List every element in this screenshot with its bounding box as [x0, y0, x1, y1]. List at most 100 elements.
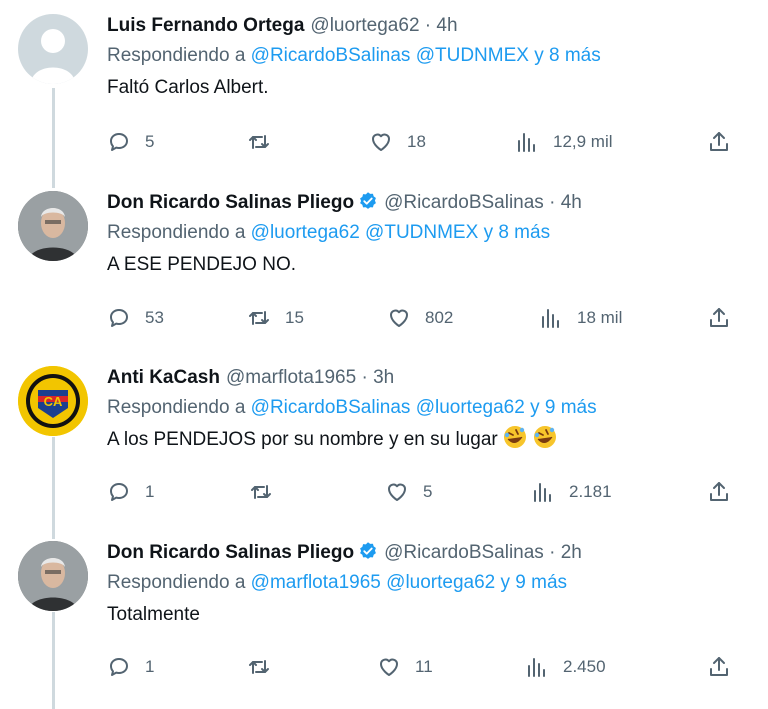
tweet-timestamp[interactable]: 4h: [436, 15, 457, 36]
tweet-text: Totalmente: [107, 604, 200, 625]
share-button[interactable]: [707, 477, 731, 507]
reply-button[interactable]: 1: [107, 652, 154, 682]
mention-link[interactable]: @luortega62: [251, 222, 360, 243]
share-icon: [707, 306, 731, 330]
user-handle[interactable]: @marflota1965: [226, 367, 356, 388]
like-button[interactable]: 5: [385, 477, 432, 507]
profile-avatar[interactable]: [18, 191, 88, 261]
heart-icon: [385, 480, 409, 504]
tweet-header: Don Ricardo Salinas Pliego @RicardoBSalin…: [107, 189, 748, 217]
display-name[interactable]: Don Ricardo Salinas Pliego: [107, 192, 354, 213]
tweet-text: A los PENDEJOS por su nombre y en su lug…: [107, 429, 498, 450]
reply-button[interactable]: 1: [107, 477, 154, 507]
replying-to-label: Respondiendo a: [107, 572, 246, 593]
retweet-icon: [247, 130, 271, 154]
club-america-avatar[interactable]: CA: [18, 366, 88, 436]
reply-count: 1: [145, 657, 155, 676]
share-icon: [707, 655, 731, 679]
tweet[interactable]: Don Ricardo Salinas Pliego @RicardoBSalin…: [0, 527, 768, 709]
retweet-button[interactable]: [247, 652, 285, 682]
tweet-text: A ESE PENDEJO NO.: [107, 254, 296, 275]
views-button[interactable]: 2.450: [525, 652, 606, 682]
mention-link[interactable]: @RicardoBSalinas: [251, 45, 411, 66]
user-handle[interactable]: @RicardoBSalinas: [384, 192, 544, 213]
tweet-timestamp[interactable]: 2h: [561, 542, 582, 563]
mention-link[interactable]: @TUDNMEX: [365, 222, 478, 243]
views-button[interactable]: 12,9 mil: [515, 127, 613, 157]
like-button[interactable]: 11: [377, 652, 433, 682]
views-icon: [525, 655, 549, 679]
display-name[interactable]: Anti KaCash: [107, 367, 220, 388]
separator-dot: ·: [549, 542, 556, 563]
heart-icon: [387, 306, 411, 330]
more-mentions-link[interactable]: y 8 más: [534, 45, 601, 66]
default-avatar[interactable]: [18, 14, 88, 84]
mention-link[interactable]: @marflota1965: [251, 572, 381, 593]
views-button[interactable]: 18 mil: [539, 303, 622, 333]
svg-text:CA: CA: [44, 394, 63, 409]
retweet-button[interactable]: [247, 127, 285, 157]
display-name[interactable]: Luis Fernando Ortega: [107, 15, 304, 36]
retweet-icon: [247, 655, 271, 679]
tweet-actions: 5 18 12,9 mil: [107, 127, 747, 157]
mention-link[interactable]: @luortega62: [416, 397, 525, 418]
more-mentions-link[interactable]: y 9 más: [530, 397, 597, 418]
tweet-timestamp[interactable]: 4h: [561, 192, 582, 213]
share-button[interactable]: [707, 303, 731, 333]
replying-to: Respondiendo a @luortega62 @TUDNMEX y 8 …: [107, 217, 748, 249]
views-button[interactable]: 2.181: [531, 477, 612, 507]
mention-link[interactable]: @luortega62: [386, 572, 495, 593]
share-icon: [707, 480, 731, 504]
like-button[interactable]: 18: [369, 127, 426, 157]
more-mentions-link[interactable]: y 9 más: [501, 572, 568, 593]
like-button[interactable]: 802: [387, 303, 453, 333]
reply-icon: [107, 480, 131, 504]
tweet[interactable]: Luis Fernando Ortega @luortega62 · 4h Res…: [0, 0, 768, 175]
tweet[interactable]: CA Anti KaCash @marflota1965 · 3h Respond…: [0, 352, 768, 527]
view-count: 2.450: [563, 657, 606, 676]
like-count: 802: [425, 308, 454, 327]
replying-to-label: Respondiendo a: [107, 222, 246, 243]
view-count: 18 mil: [577, 308, 623, 327]
tweet-header: Anti KaCash @marflota1965 · 3h: [107, 364, 748, 392]
tweet-actions: 1 5 2.181: [107, 477, 747, 507]
retweet-button[interactable]: 15: [247, 303, 304, 333]
replying-to: Respondiendo a @RicardoBSalinas @TUDNMEX…: [107, 40, 748, 72]
tweet-actions: 53 15 802 18 mil: [107, 303, 747, 333]
verified-badge-icon: [358, 191, 378, 211]
user-handle[interactable]: @luortega62: [310, 15, 419, 36]
like-count: 11: [415, 657, 433, 676]
reply-count: 53: [145, 308, 164, 327]
tweet-text-row: A los PENDEJOS por su nombre y en su lug…: [107, 424, 748, 456]
reply-button[interactable]: 53: [107, 303, 164, 333]
view-count: 12,9 mil: [553, 132, 613, 151]
user-handle[interactable]: @RicardoBSalinas: [384, 542, 544, 563]
share-button[interactable]: [707, 652, 731, 682]
reply-count: 1: [145, 482, 155, 501]
display-name[interactable]: Don Ricardo Salinas Pliego: [107, 542, 354, 563]
rolling-laughing-emoji: [532, 424, 558, 450]
tweet[interactable]: Don Ricardo Salinas Pliego @RicardoBSalin…: [0, 177, 768, 352]
retweet-icon: [247, 306, 271, 330]
tweet-actions: 1 11 2.450: [107, 652, 747, 682]
mention-link[interactable]: @TUDNMEX: [416, 45, 529, 66]
separator-dot: ·: [361, 367, 368, 388]
reply-count: 5: [145, 132, 155, 151]
rolling-laughing-emoji: [502, 424, 528, 450]
reply-button[interactable]: 5: [107, 127, 154, 157]
mention-link[interactable]: @RicardoBSalinas: [251, 397, 411, 418]
replying-to: Respondiendo a @marflota1965 @luortega62…: [107, 567, 748, 599]
retweet-button[interactable]: [249, 477, 287, 507]
tweet-timestamp[interactable]: 3h: [373, 367, 394, 388]
more-mentions-link[interactable]: y 8 más: [484, 222, 551, 243]
verified-badge-icon: [358, 541, 378, 561]
heart-icon: [369, 130, 393, 154]
tweet-header: Don Ricardo Salinas Pliego @RicardoBSalin…: [107, 539, 748, 567]
heart-icon: [377, 655, 401, 679]
retweet-count: 15: [285, 308, 304, 327]
share-button[interactable]: [707, 127, 731, 157]
like-count: 5: [423, 482, 433, 501]
like-count: 18: [407, 132, 426, 151]
separator-dot: ·: [549, 192, 556, 213]
profile-avatar[interactable]: [18, 541, 88, 611]
